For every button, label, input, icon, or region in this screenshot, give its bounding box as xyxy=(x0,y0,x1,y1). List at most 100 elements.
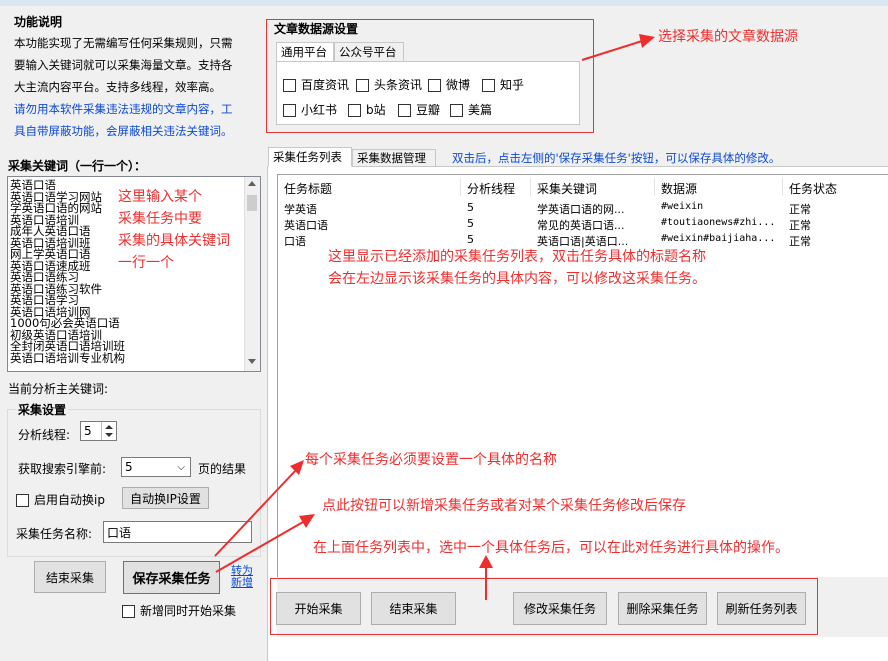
cell: 常见的英语口语... xyxy=(537,219,625,232)
tab-wechat-platform[interactable]: 公众号平台 xyxy=(334,42,404,62)
scroll-down-icon[interactable] xyxy=(248,359,256,364)
save-task-button[interactable]: 保存采集任务 xyxy=(123,561,220,594)
keyword-line: 英语口语培训专业机构 xyxy=(10,350,125,365)
settings-title: 采集设置 xyxy=(16,401,69,418)
checkbox-icon xyxy=(450,104,463,117)
switch-new-link[interactable]: 转为新增 xyxy=(231,565,257,589)
checkbox-icon xyxy=(283,104,296,117)
pages-label: 获取搜索引擎前: xyxy=(18,462,107,476)
refresh-list-button[interactable]: 刷新任务列表 xyxy=(717,592,806,625)
task-name-input[interactable]: 口语 xyxy=(103,521,252,543)
desc-line: 大主流内容平台。支持多线程，效率高。 xyxy=(14,80,221,94)
start-on-add-checkbox[interactable]: 新增同时开始采集 xyxy=(122,602,236,619)
annotation-save: 点此按钮可以新增采集任务或者对某个采集任务修改后保存 xyxy=(322,498,686,514)
checkbox-icon xyxy=(428,79,441,92)
task-list[interactable]: 任务标题 分析线程 采集关键词 数据源 任务状态 学英语 5 学英语口语的网..… xyxy=(277,174,888,579)
cell: 5 xyxy=(467,201,474,214)
source-opt[interactable]: 头条资讯 xyxy=(356,76,422,93)
annotation-line: 采集的具体关键词 xyxy=(118,233,230,249)
threads-value: 5 xyxy=(84,424,92,438)
annotation-name: 每个采集任务必须要设置一个具体的名称 xyxy=(305,452,557,468)
desc-line: 本功能实现了无需编写任何采集规则，只需 xyxy=(14,36,233,50)
cell: 正常 xyxy=(789,219,811,232)
threads-stepper[interactable]: 5 xyxy=(80,421,117,441)
pages-suffix: 页的结果 xyxy=(198,462,247,476)
source-opt[interactable]: 知乎 xyxy=(482,76,524,93)
top-strip xyxy=(0,0,888,6)
column-divider xyxy=(460,178,461,196)
column-header[interactable]: 任务状态 xyxy=(789,180,837,197)
auto-ip-settings-button[interactable]: 自动换IP设置 xyxy=(122,487,209,509)
stop-collect-button[interactable]: 结束采集 xyxy=(34,561,106,593)
source-opt[interactable]: 百度资讯 xyxy=(283,76,349,93)
tab-data-manage[interactable]: 采集数据管理 xyxy=(352,149,436,167)
source-opt[interactable]: 美篇 xyxy=(450,101,492,118)
annotation-line: 采集任务中要 xyxy=(118,211,202,227)
cell: 5 xyxy=(467,217,474,230)
start-on-add-label: 新增同时开始采集 xyxy=(140,604,237,618)
start-collect-button[interactable]: 开始采集 xyxy=(276,592,361,625)
cell: 学英语 xyxy=(284,203,317,216)
source-opt-label: 豆瓣 xyxy=(416,103,441,117)
checkbox-icon xyxy=(398,104,411,117)
source-opt-label: b站 xyxy=(366,103,386,117)
save-hint: 双击后，点击左侧的'保存采集任务'按钮，可以保存具体的修改。 xyxy=(452,151,781,165)
source-opt-label: 微博 xyxy=(446,78,471,92)
cell: 5 xyxy=(467,233,474,246)
tab-general-platform[interactable]: 通用平台 xyxy=(276,42,334,62)
spin-buttons[interactable] xyxy=(101,422,116,440)
table-row[interactable]: 学英语 5 学英语口语的网... #weixin 正常 xyxy=(278,201,888,217)
cell: 英语口语 xyxy=(284,219,328,232)
cell: 学英语口语的网... xyxy=(537,203,625,216)
feature-title: 功能说明 xyxy=(14,15,63,29)
source-opt-label: 小红书 xyxy=(301,103,338,117)
cell: #weixin xyxy=(661,201,704,212)
spin-up-icon[interactable] xyxy=(105,425,113,429)
source-opt[interactable]: 小红书 xyxy=(283,101,337,118)
warning-line: 具自带屏蔽功能，会屏蔽相关违法关键词。 xyxy=(14,124,233,138)
annotation-list: 这里显示已经添加的采集任务列表，双击任务具体的标题名称 会在左边显示该采集任务的… xyxy=(328,246,706,290)
keywords-list: 英语口语 英语口语学习网站 学英语口语的网站 英语口语培训 成年人英语口语 英语口语培训班… xyxy=(10,179,125,365)
scrollbar[interactable] xyxy=(244,177,260,371)
edit-task-button[interactable]: 修改采集任务 xyxy=(513,592,607,625)
threads-label: 分析线程: xyxy=(18,428,71,442)
checkbox-icon xyxy=(122,605,135,618)
annotation-source: 选择采集的文章数据源 xyxy=(658,29,798,45)
source-opt[interactable]: 微博 xyxy=(428,76,470,93)
chevron-down-icon: ⌵ xyxy=(177,462,185,473)
delete-task-button[interactable]: 删除采集任务 xyxy=(618,592,707,625)
column-header[interactable]: 数据源 xyxy=(661,180,697,197)
annotation-line: 这里显示已经添加的采集任务列表，双击任务具体的标题名称 xyxy=(328,249,706,265)
pages-select[interactable]: 5 ⌵ xyxy=(121,457,191,477)
feature-description: 本功能实现了无需编写任何采集规则，只需 要输入关键词就可以采集海量文章。支持各 … xyxy=(14,32,264,142)
end-collect-button[interactable]: 结束采集 xyxy=(371,592,456,625)
annotation-line: 这里输入某个 xyxy=(118,189,202,205)
scroll-thumb[interactable] xyxy=(247,195,257,211)
cell: #toutiaonews#zhi... xyxy=(661,217,776,228)
table-row[interactable]: 英语口语 5 常见的英语口语... #toutiaonews#zhi... 正常 xyxy=(278,217,888,233)
column-header[interactable]: 任务标题 xyxy=(284,180,332,197)
annotation-line: 一行一个 xyxy=(118,255,174,271)
task-name-label: 采集任务名称: xyxy=(16,527,93,541)
scroll-up-icon[interactable] xyxy=(248,181,256,186)
column-divider xyxy=(654,178,655,196)
tab-task-list[interactable]: 采集任务列表 xyxy=(268,147,352,167)
cell: 口语 xyxy=(284,235,306,248)
column-header[interactable]: 采集关键词 xyxy=(537,180,597,197)
source-opt[interactable]: 豆瓣 xyxy=(398,101,440,118)
annotation-keywords: 这里输入某个 采集任务中要 采集的具体关键词 一行一个 xyxy=(118,186,230,274)
source-opt-label: 百度资讯 xyxy=(301,78,350,92)
pages-value: 5 xyxy=(125,460,133,474)
keywords-title: 采集关键词（一行一个）： xyxy=(8,159,147,173)
current-keyword-label: 当前分析主关键词: xyxy=(8,382,109,396)
cell: 正常 xyxy=(789,203,811,216)
column-header[interactable]: 分析线程 xyxy=(467,180,515,197)
checkbox-icon xyxy=(348,104,361,117)
column-divider xyxy=(782,178,783,196)
source-opt-label: 美篇 xyxy=(468,103,493,117)
spin-down-icon[interactable] xyxy=(105,433,113,437)
warning-line: 请勿用本软件采集违法违规的文章内容，工 xyxy=(14,102,233,116)
auto-ip-checkbox[interactable]: 启用自动换ip xyxy=(16,491,105,508)
source-opt[interactable]: b站 xyxy=(348,101,386,118)
annotation-line: 会在左边显示该采集任务的具体内容，可以修改这采集任务。 xyxy=(328,271,706,287)
